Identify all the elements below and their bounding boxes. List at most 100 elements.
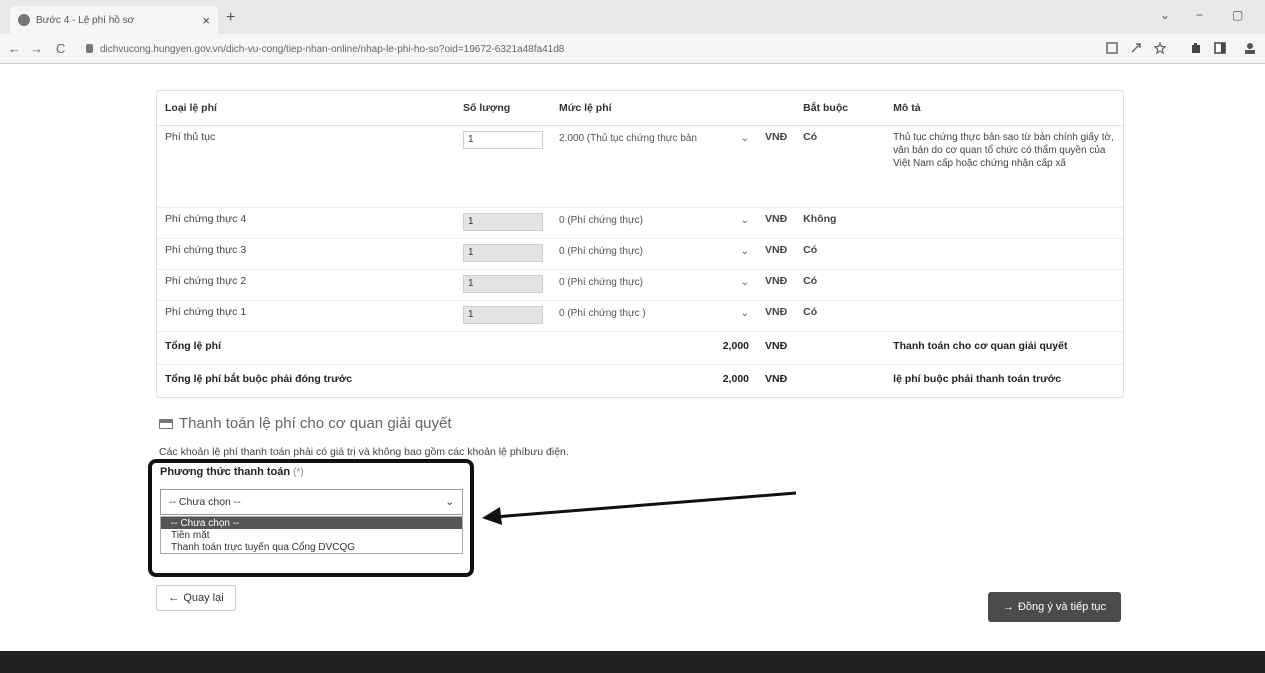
fee-description	[885, 268, 1123, 300]
payment-method-label-text: Phương thức thanh toán	[160, 466, 291, 478]
fee-description	[885, 206, 1123, 238]
header-quantity: Số lượng	[455, 91, 551, 126]
payment-section-title: Thanh toán lệ phí cho cơ quan giải quyết	[159, 415, 452, 432]
back-arrow-icon: ←	[168, 592, 180, 604]
fee-type: Phí chứng thực 3	[157, 237, 455, 269]
payment-method-options: -- Chưa chọn -- Tiền mặt Thanh toán trực…	[160, 516, 463, 554]
required-total-row: Tổng lệ phí bắt buộc phải đóng trước 2,0…	[157, 363, 1123, 397]
total-row: Tổng lệ phí 2,000 VNĐ Thanh toán cho cơ …	[157, 330, 1123, 364]
required-value: Có	[795, 237, 886, 269]
fee-type: Phí chứng thực 1	[157, 299, 455, 331]
chevron-down-icon: ⌄	[740, 245, 749, 257]
maximize-icon[interactable]: ▢	[1232, 8, 1243, 22]
tab-title: Bước 4 - Lệ phí hồ sơ	[36, 14, 135, 26]
quantity-input[interactable]	[463, 274, 543, 293]
payment-option[interactable]: Thanh toán trực tuyến qua Cổng DVCQG	[161, 541, 462, 553]
required-value: Có	[795, 268, 886, 300]
extensions-puzzle-icon[interactable]	[1190, 42, 1202, 54]
required-value: Có	[795, 124, 886, 207]
fee-type: Phí thủ tục	[157, 124, 455, 207]
back-button[interactable]: ← Quay lại	[156, 585, 236, 611]
arrow-right-icon: →	[1002, 601, 1014, 613]
site-favicon-icon	[18, 14, 30, 26]
forward-arrow-icon[interactable]: →	[30, 41, 43, 56]
chevron-down-icon: ⌄	[740, 214, 749, 226]
payment-option[interactable]: -- Chưa chọn --	[161, 517, 462, 529]
fee-row: Phí chứng thực 2 0 (Phí chứng thực) ⌄ VNĐ…	[157, 268, 1123, 300]
header-required: Bắt buộc	[795, 91, 886, 126]
required-mark: (*)	[293, 467, 304, 478]
header-fee-amount: Mức lệ phí	[551, 91, 796, 126]
lock-icon	[86, 44, 93, 53]
payment-note: Các khoản lệ phí thanh toán phải có giá …	[159, 446, 569, 458]
header-description: Mô tả	[885, 91, 1123, 126]
required-total-value: 2,000	[551, 363, 757, 397]
annotation-arrow-icon	[482, 491, 797, 525]
share-icon[interactable]	[1130, 42, 1142, 54]
fee-description	[885, 237, 1123, 269]
bookmark-star-icon[interactable]	[1154, 42, 1166, 54]
chevron-down-icon: ⌄	[740, 276, 749, 288]
reload-icon[interactable]: C	[56, 41, 65, 56]
fee-row: Phí chứng thực 1 0 (Phí chứng thực ) ⌄ VN…	[157, 299, 1123, 331]
currency: VNĐ	[757, 268, 796, 300]
payment-method-select[interactable]: -- Chưa chọn -- ⌄	[160, 489, 463, 515]
payment-method-selected: -- Chưa chọn --	[169, 496, 241, 508]
fee-type: Phí chứng thực 2	[157, 268, 455, 300]
fee-table: Loại lệ phí Số lượng Mức lệ phí Bắt buộc…	[156, 90, 1124, 398]
quantity-input[interactable]	[463, 212, 543, 231]
required-total-description: lệ phí buộc phải thanh toán trước	[885, 363, 1123, 397]
minimize-icon[interactable]: −	[1196, 8, 1203, 22]
fee-row: Phí chứng thực 3 0 (Phí chứng thực) ⌄ VNĐ…	[157, 237, 1123, 269]
total-description: Thanh toán cho cơ quan giải quyết	[885, 330, 1123, 364]
fee-amount-value: 0 (Phí chứng thực )	[559, 307, 646, 319]
address-bar: ← → C dichvucong.hungyen.gov.vn/dich-vu-…	[0, 34, 1265, 64]
fee-description	[885, 299, 1123, 331]
browser-tab[interactable]: Bước 4 - Lệ phí hồ sơ ×	[10, 6, 218, 34]
payment-title-text: Thanh toán lệ phí cho cơ quan giải quyết	[179, 415, 452, 432]
quantity-input[interactable]	[463, 243, 543, 262]
credit-card-icon	[159, 418, 173, 429]
required-total-currency: VNĐ	[757, 363, 796, 397]
fee-type: Phí chứng thực 4	[157, 206, 455, 238]
fee-row: Phí chứng thực 4 0 (Phí chứng thực) ⌄ VNĐ…	[157, 206, 1123, 238]
fee-amount-select[interactable]: 2.000 (Thủ tục chứng thực bản ⌄	[559, 131, 749, 149]
fee-table-header-row: Loại lệ phí Số lượng Mức lệ phí Bắt buộc…	[157, 91, 1123, 126]
fee-amount-value: 0 (Phí chứng thực)	[559, 214, 643, 226]
browser-tab-bar: Bước 4 - Lệ phí hồ sơ × + ⌄ − ▢	[0, 0, 1265, 34]
agree-continue-button[interactable]: → Đồng ý và tiếp tục	[988, 592, 1121, 622]
header-fee-type: Loại lệ phí	[157, 91, 455, 126]
tab-search-chevron-icon[interactable]: ⌄	[1160, 8, 1170, 22]
tab-close-icon[interactable]: ×	[202, 13, 210, 28]
url-field[interactable]: dichvucong.hungyen.gov.vn/dich-vu-cong/t…	[100, 44, 564, 55]
new-tab-icon[interactable]: +	[226, 9, 235, 27]
fee-description: Thủ tục chứng thực bản sao từ bản chính …	[885, 124, 1123, 207]
total-value: 2,000	[551, 330, 757, 364]
side-panel-icon[interactable]	[1214, 42, 1226, 54]
currency: VNĐ	[757, 124, 796, 207]
fee-row: Phí thủ tục 2.000 (Thủ tục chứng thực bả…	[157, 124, 1123, 207]
translate-icon[interactable]	[1106, 42, 1118, 54]
footer-bar	[0, 651, 1265, 673]
required-value: Có	[795, 299, 886, 331]
total-label: Tổng lệ phí	[157, 330, 551, 364]
required-value: Không	[795, 206, 886, 238]
back-arrow-icon[interactable]: ←	[8, 41, 21, 56]
fee-amount-select[interactable]: 0 (Phí chứng thực) ⌄	[559, 244, 749, 262]
currency: VNĐ	[757, 206, 796, 238]
quantity-input[interactable]	[463, 305, 543, 324]
required-total-label: Tổng lệ phí bắt buộc phải đóng trước	[157, 363, 551, 397]
quantity-input[interactable]	[463, 130, 543, 149]
fee-amount-select[interactable]: 0 (Phí chứng thực) ⌄	[559, 213, 749, 231]
fee-amount-value: 0 (Phí chứng thực)	[559, 245, 643, 257]
fee-amount-value: 0 (Phí chứng thực)	[559, 276, 643, 288]
total-currency: VNĐ	[757, 330, 796, 364]
fee-amount-select[interactable]: 0 (Phí chứng thực) ⌄	[559, 275, 749, 293]
payment-option[interactable]: Tiền mặt	[161, 529, 462, 541]
agree-continue-label: Đồng ý và tiếp tục	[1017, 601, 1107, 613]
currency: VNĐ	[757, 299, 796, 331]
fee-amount-select[interactable]: 0 (Phí chứng thực ) ⌄	[559, 306, 749, 324]
profile-avatar-icon[interactable]	[1244, 42, 1256, 54]
fee-amount-value: 2.000 (Thủ tục chứng thực bản	[559, 132, 697, 144]
payment-method-label: Phương thức thanh toán (*)	[160, 466, 304, 478]
